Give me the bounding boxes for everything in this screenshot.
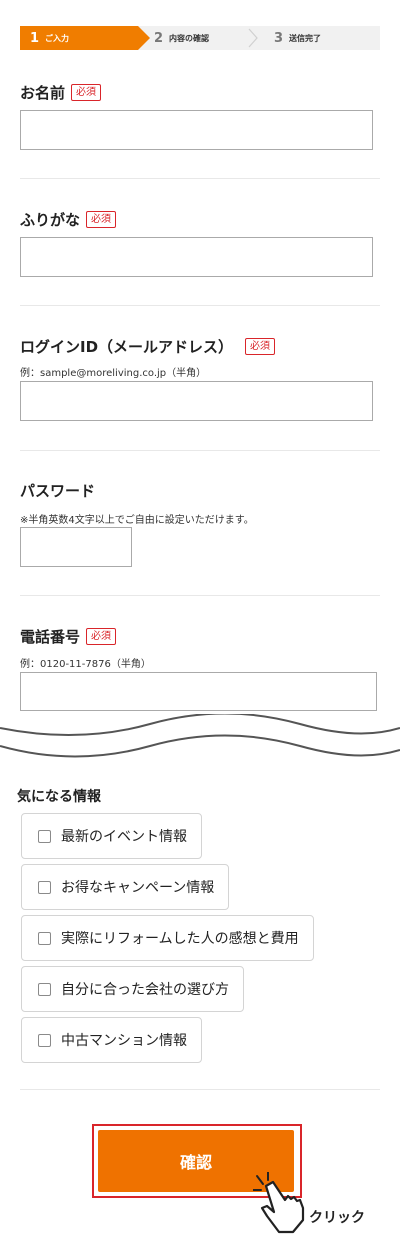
checkbox-label: 自分に合った会社の選び方 bbox=[61, 982, 229, 998]
step-label: ご入力 bbox=[45, 33, 70, 43]
checkbox-icon[interactable] bbox=[38, 982, 51, 996]
login-id-note: 例：sample@moreliving.co.jp（半角） bbox=[20, 368, 207, 379]
divider bbox=[20, 595, 380, 596]
checkbox-icon[interactable] bbox=[38, 1033, 51, 1047]
step-number: 3 bbox=[274, 30, 284, 46]
divider bbox=[20, 178, 380, 179]
furigana-label: ふりがな 必須 bbox=[20, 209, 117, 230]
required-badge: 必須 bbox=[86, 628, 117, 645]
password-input[interactable] bbox=[20, 527, 132, 567]
name-input[interactable] bbox=[20, 110, 373, 150]
checkbox-reform-reviews[interactable]: 実際にリフォームした人の感想と費用 bbox=[21, 915, 314, 961]
phone-input[interactable] bbox=[20, 672, 377, 711]
divider bbox=[20, 450, 380, 451]
furigana-label-text: ふりがな bbox=[20, 211, 81, 229]
step-label: 内容の確認 bbox=[169, 33, 210, 43]
checkbox-icon[interactable] bbox=[38, 931, 51, 945]
password-note: ※半角英数4文字以上でご自由に設定いただけます。 bbox=[20, 515, 254, 526]
step-number: 2 bbox=[154, 30, 164, 46]
checkbox-label: 実際にリフォームした人の感想と費用 bbox=[61, 931, 299, 947]
divider bbox=[20, 305, 380, 306]
progress-steps: 1 ご入力 2 内容の確認 3 送信完了 bbox=[20, 26, 380, 50]
required-badge: 必須 bbox=[71, 84, 102, 101]
step-number: 1 bbox=[30, 30, 40, 46]
click-hint-label: クリック bbox=[309, 1210, 365, 1226]
required-badge: 必須 bbox=[86, 211, 117, 228]
checkbox-event-info[interactable]: 最新のイベント情報 bbox=[21, 813, 202, 859]
required-badge: 必須 bbox=[245, 338, 276, 355]
checkbox-company-choice[interactable]: 自分に合った会社の選び方 bbox=[21, 966, 244, 1012]
step-label: 送信完了 bbox=[289, 33, 322, 43]
checkbox-campaign-info[interactable]: お得なキャンペーン情報 bbox=[21, 864, 230, 910]
checkbox-icon[interactable] bbox=[38, 880, 51, 894]
step-3-complete: 3 送信完了 bbox=[274, 26, 321, 50]
hand-pointer-icon bbox=[253, 1172, 305, 1234]
phone-note: 例：0120-11-7876（半角） bbox=[20, 659, 151, 670]
chevron-right-icon bbox=[248, 28, 258, 48]
phone-label: 電話番号 必須 bbox=[20, 626, 117, 647]
checkbox-label: 中古マンション情報 bbox=[61, 1033, 187, 1049]
wave-divider bbox=[0, 714, 400, 758]
email-field[interactable] bbox=[20, 381, 373, 421]
name-label: お名前 必須 bbox=[20, 82, 102, 103]
interests-title: 気になる情報 bbox=[17, 789, 101, 805]
checkbox-label: お得なキャンペーン情報 bbox=[61, 880, 215, 896]
step-2-confirm: 2 内容の確認 bbox=[154, 26, 209, 50]
name-label-text: お名前 bbox=[20, 84, 66, 102]
divider bbox=[20, 1089, 380, 1090]
checkbox-icon[interactable] bbox=[38, 829, 51, 843]
password-label: パスワード bbox=[20, 480, 95, 501]
step-1-input: 1 ご入力 bbox=[20, 26, 150, 50]
checkbox-used-condo-info[interactable]: 中古マンション情報 bbox=[21, 1017, 202, 1063]
password-label-text: パスワード bbox=[20, 482, 96, 500]
furigana-input[interactable] bbox=[20, 237, 373, 277]
checkbox-label: 最新のイベント情報 bbox=[61, 829, 187, 845]
phone-label-text: 電話番号 bbox=[20, 628, 81, 646]
login-id-label: ログインID（メールアドレス） 必須 bbox=[20, 336, 276, 357]
login-id-label-text: ログインID（メールアドレス） bbox=[20, 338, 234, 356]
